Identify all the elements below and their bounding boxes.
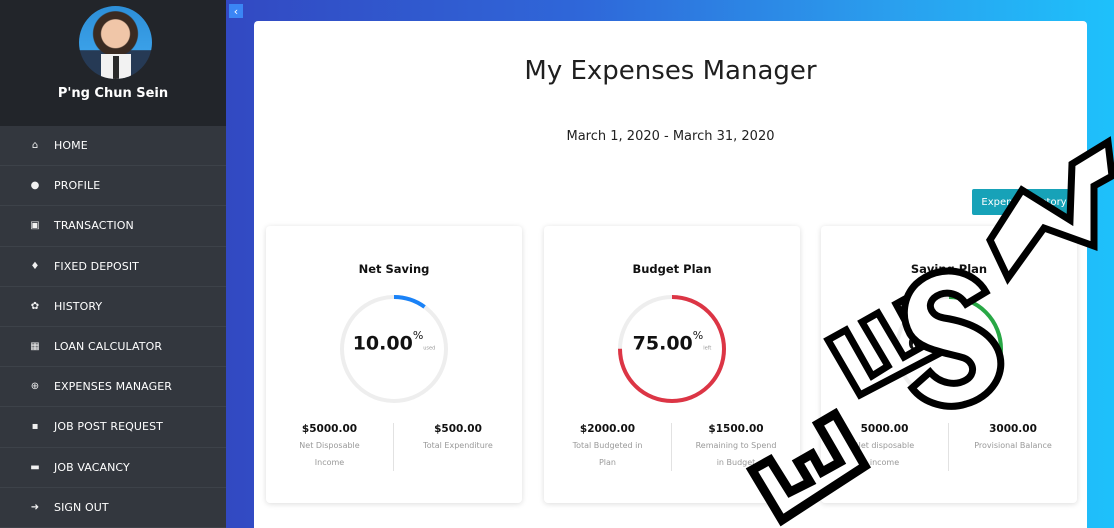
progress-track xyxy=(340,295,448,403)
user-name: P'ng Chun Sein xyxy=(57,86,169,101)
sidebar-item-profile[interactable]: ● PROFILE xyxy=(0,166,226,207)
stat-value: 3000.00 xyxy=(989,423,1037,435)
id-card-icon: ▪ xyxy=(31,421,39,433)
summary-card: Budget Plan 75.00%left $2000.00 Total Budge… xyxy=(544,226,800,503)
sidebar-item-label: TRANSACTION xyxy=(54,219,134,233)
stat-value: $500.00 xyxy=(434,423,482,435)
stat-left: $5000.00 Net Disposable Income xyxy=(266,423,394,471)
sidebar-item-label: PROFILE xyxy=(54,179,101,193)
content-panel: My Expenses Manager March 1, 2020 - Marc… xyxy=(254,21,1087,528)
sidebar-item-sign-out[interactable]: ➜ SIGN OUT xyxy=(0,488,226,528)
stat-value: $2000.00 xyxy=(579,423,636,435)
home-icon: ⌂ xyxy=(31,140,39,152)
sidebar-item-transaction[interactable]: ▣ TRANSACTION xyxy=(0,206,226,247)
sidebar-item-label: EXPENSES MANAGER xyxy=(54,380,173,394)
card-title: Saving Plan xyxy=(910,262,988,276)
trophy-icon: ♦ xyxy=(30,260,40,272)
sidebar-item-loan-calculator[interactable]: ▦ LOAN CALCULATOR xyxy=(0,327,226,368)
calculator-icon: ▦ xyxy=(30,341,40,353)
briefcase-icon: ▬ xyxy=(30,461,40,473)
summary-card: Saving Plan 60.00%used 5000.00 Net disposab… xyxy=(821,226,1077,503)
sidebar-item-job-vacancy[interactable]: ▬ JOB VACANCY xyxy=(0,448,226,488)
stat-left: 5000.00 Net disposable income xyxy=(821,423,949,471)
stat-right: $500.00 Total Expenditure xyxy=(394,423,522,454)
sidebar-item-label: HOME xyxy=(54,139,88,153)
stat-caption: Total Expenditure xyxy=(423,441,493,450)
main-area: ‹ My Expenses Manager March 1, 2020 - Ma… xyxy=(226,0,1114,528)
card-title: Net Saving xyxy=(358,262,430,276)
sidebar: P'ng Chun Sein ⌂ HOME ● PROFILE ▣ TRANSACTION… xyxy=(0,0,226,528)
sidebar-item-label: JOB VACANCY xyxy=(54,460,130,474)
stat-caption: Total Budgeted in Plan xyxy=(572,441,643,467)
stat-value: $1500.00 xyxy=(708,423,764,435)
stat-caption: Net Disposable Income xyxy=(299,441,360,467)
sidebar-nav: ⌂ HOME ● PROFILE ▣ TRANSACTION ♦ FIXED DEPOSIT ✿… xyxy=(0,126,226,528)
progress-ring xyxy=(340,295,448,403)
gear-icon: ✿ xyxy=(30,300,40,312)
sidebar-item-job-post-request[interactable]: ▪ JOB POST REQUEST xyxy=(0,407,226,448)
sidebar-item-fixed-deposit[interactable]: ♦ FIXED DEPOSIT xyxy=(0,247,226,287)
stat-left: $2000.00 Total Budgeted in Plan xyxy=(544,423,672,471)
sidebar-item-label: LOAN CALCULATOR xyxy=(54,340,163,354)
sidebar-item-label: FIXED DEPOSIT xyxy=(54,259,139,273)
sidebar-item-label: HISTORY xyxy=(54,299,103,313)
stat-right: $1500.00 Remaining to Spend in Budget xyxy=(672,423,800,471)
sidebar-item-expenses-manager[interactable]: ⊕ EXPENSES MANAGER xyxy=(0,367,226,408)
stat-caption: Net disposable income xyxy=(854,441,915,467)
sidebar-toggle-button[interactable]: ‹ xyxy=(229,4,243,18)
summary-card: Net Saving 10.00%used $5000.00 Net Disposab… xyxy=(266,226,522,503)
expenses-history-button[interactable]: Expenses history xyxy=(972,189,1076,215)
money-icon: ▣ xyxy=(30,220,40,232)
sidebar-item-label: SIGN OUT xyxy=(54,500,109,514)
sign-out-icon: ➜ xyxy=(30,501,40,513)
stat-caption: Remaining to Spend in Budget xyxy=(695,441,777,467)
progress-ring xyxy=(895,295,1003,403)
avatar[interactable] xyxy=(79,6,152,79)
page-title: My Expenses Manager xyxy=(524,56,817,86)
stat-value: 5000.00 xyxy=(860,423,909,435)
progress-ring xyxy=(618,295,726,403)
profile-header: P'ng Chun Sein xyxy=(0,0,226,126)
sidebar-item-home[interactable]: ⌂ HOME xyxy=(0,126,226,167)
stat-value: $5000.00 xyxy=(301,423,358,435)
sidebar-item-history[interactable]: ✿ HISTORY xyxy=(0,287,226,327)
stat-caption: Provisional Balance xyxy=(974,441,1052,450)
card-title: Budget Plan xyxy=(632,262,712,276)
date-range: March 1, 2020 - March 31, 2020 xyxy=(566,129,775,144)
globe-icon: ⊕ xyxy=(30,381,40,393)
user-icon: ● xyxy=(30,180,40,192)
stat-right: 3000.00 Provisional Balance xyxy=(949,423,1077,454)
sidebar-item-label: JOB POST REQUEST xyxy=(54,420,163,434)
